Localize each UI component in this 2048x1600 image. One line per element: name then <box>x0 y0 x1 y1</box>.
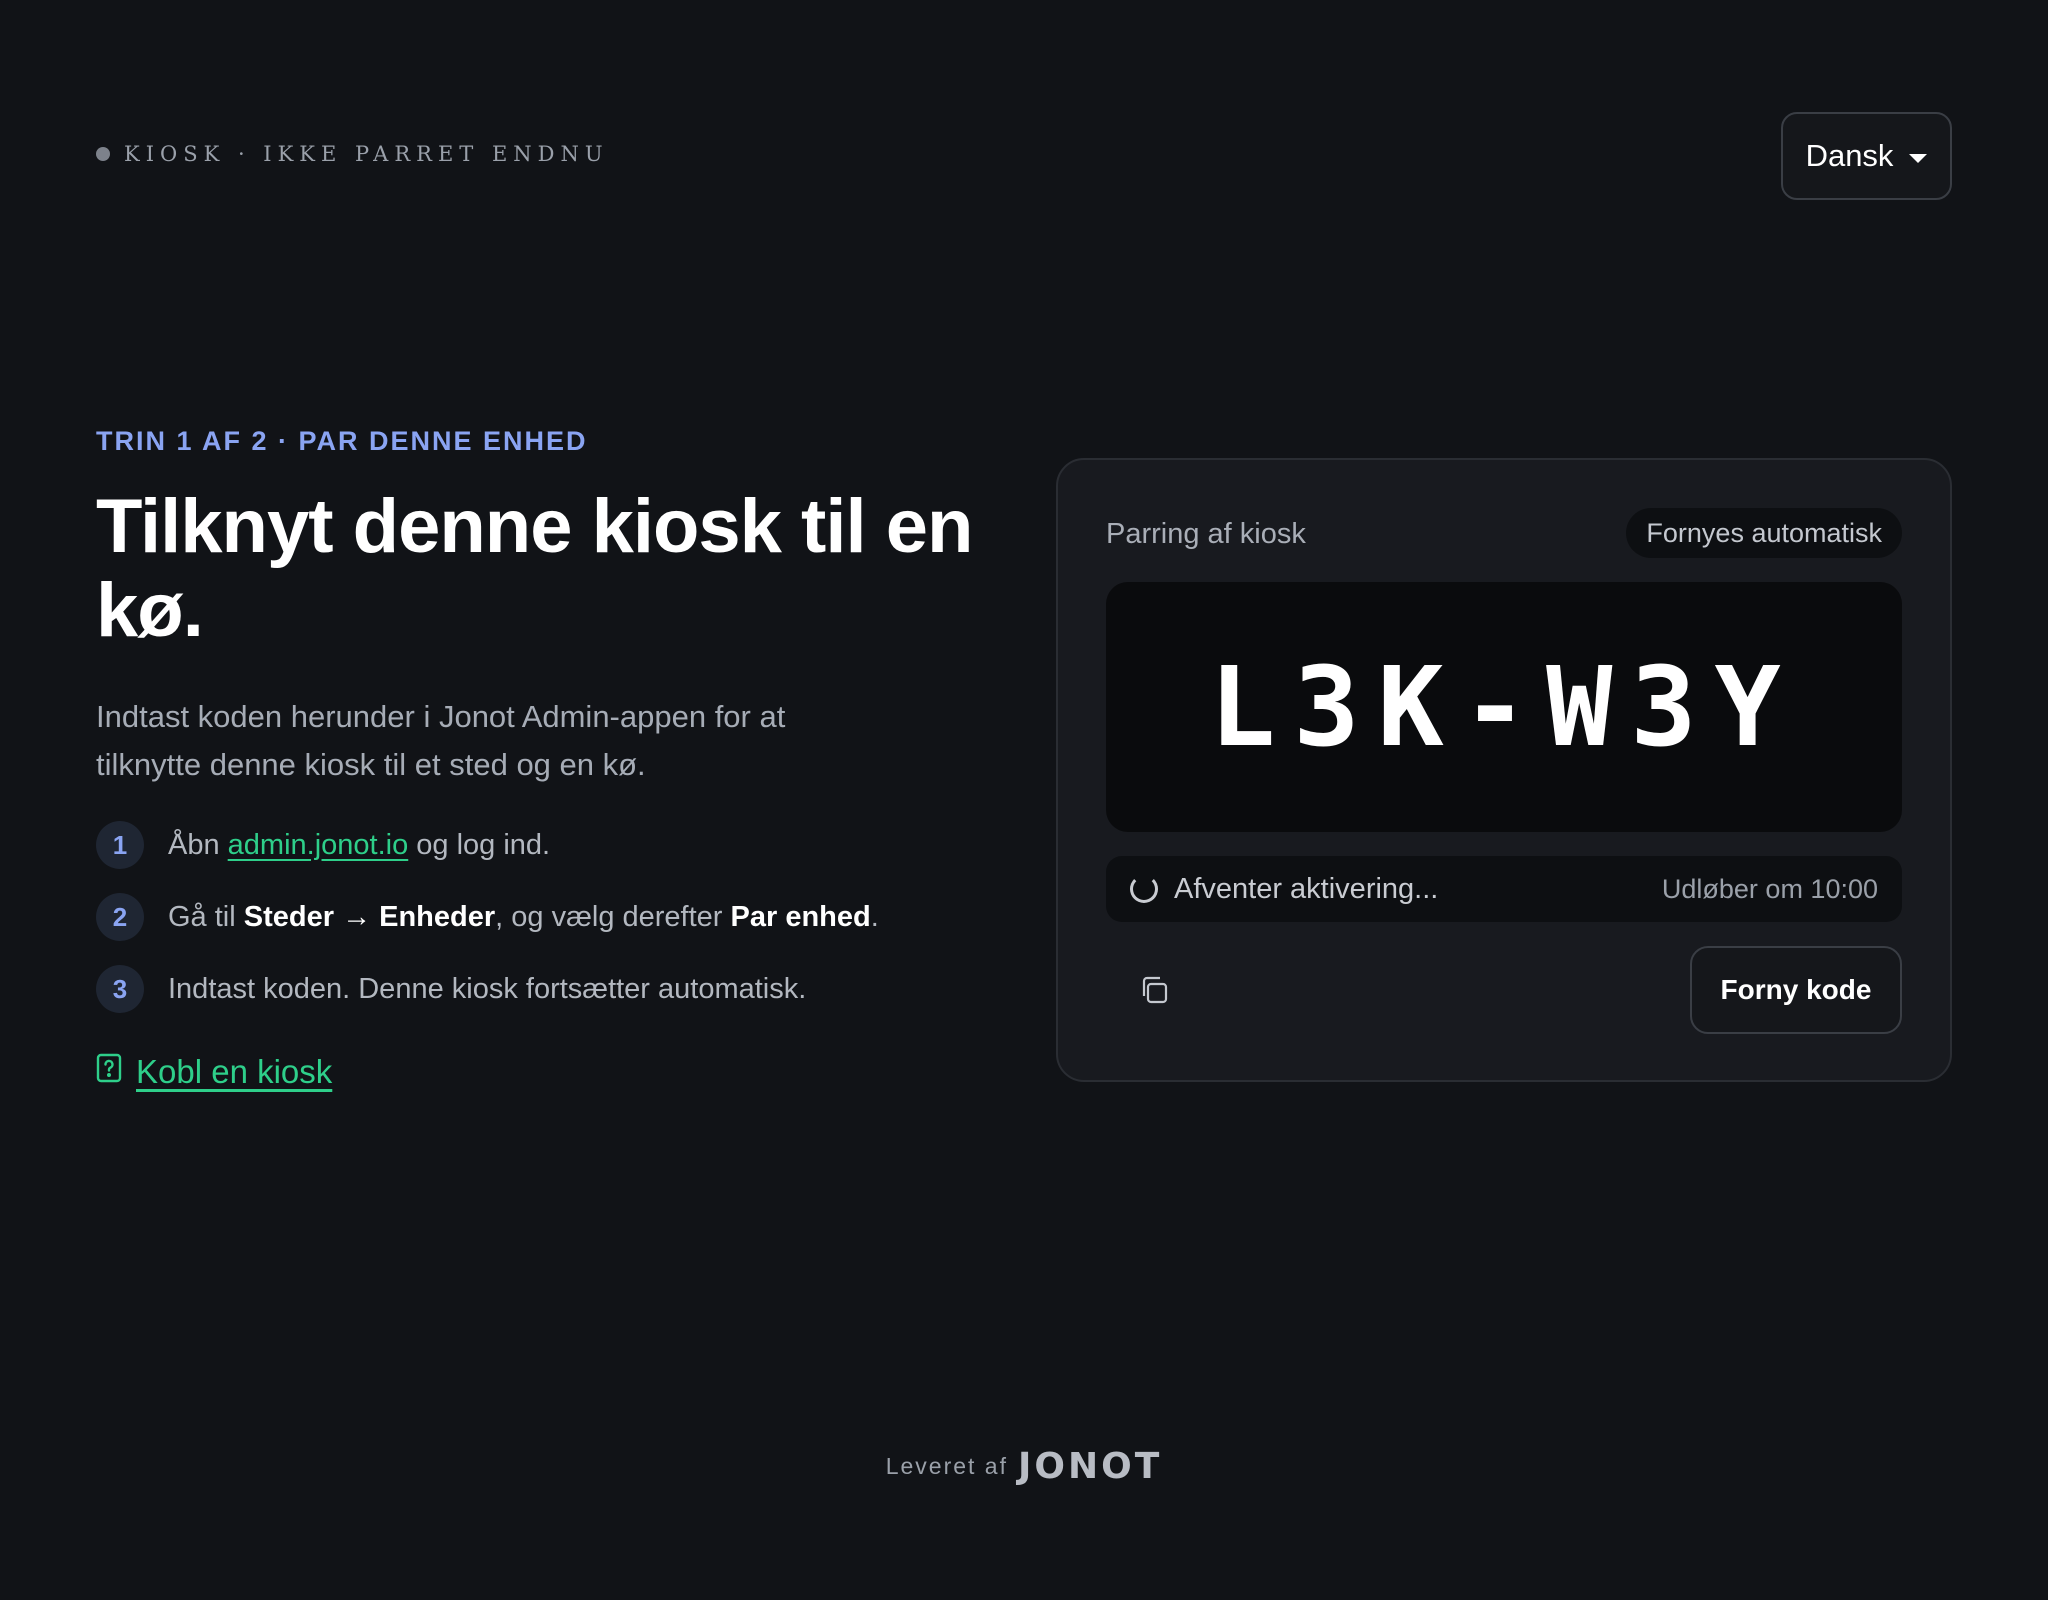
instruction-list: 1 Åbn admin.jonot.io og log ind. 2 Gå ti… <box>96 821 996 1013</box>
copy-icon <box>1138 974 1170 1011</box>
footer-by-text: Leveret af <box>885 1453 1008 1479</box>
jonot-logo: JONOT <box>1018 1446 1163 1487</box>
step-number: 2 <box>96 893 144 941</box>
step-text-pre: Åbn <box>168 828 228 861</box>
step-bold-nav-path: Steder → Enheder <box>243 900 496 933</box>
step-number: 3 <box>96 965 144 1013</box>
top-bar: KIOSK · IKKE PARRET ENDNU Dansk <box>96 112 1952 200</box>
card-title: Parring af kiosk <box>1106 518 1306 550</box>
step-text-post: og log ind. <box>408 828 551 861</box>
step-label: TRIN 1 AF 2 · PAR DENNE ENHED <box>96 426 588 456</box>
step-text: Åbn admin.jonot.io og log ind. <box>168 829 550 862</box>
step-bold-action: Par enhed <box>730 900 871 933</box>
pairing-card: Parring af kiosk Fornyes automatisk L3K-… <box>1056 458 1952 1082</box>
pairing-code: L3K-W3Y <box>1209 643 1799 771</box>
waiting-text: Afventer aktivering... <box>1174 872 1439 905</box>
activation-status-bar: Afventer aktivering... Udløber om 10:00 <box>1106 856 1902 922</box>
pairing-code-box: L3K-W3Y <box>1106 582 1902 832</box>
auto-renew-badge: Fornyes automatisk <box>1626 508 1902 558</box>
spinner-icon <box>1130 875 1158 903</box>
footer: Leveret af JONOT <box>0 1446 2048 1487</box>
status-dot-icon <box>96 147 110 161</box>
step-text: Indtast koden. Denne kiosk fortsætter au… <box>168 972 807 1005</box>
page-title: Tilknyt denne kiosk til en kø. <box>96 484 973 653</box>
step-text-mid: , og vælg derefter <box>495 900 731 933</box>
instruction-step-1: 1 Åbn admin.jonot.io og log ind. <box>96 821 996 869</box>
copy-code-button[interactable] <box>1134 972 1174 1012</box>
intro-section: TRIN 1 AF 2 · PAR DENNE ENHED Tilknyt de… <box>96 426 996 1091</box>
instruction-step-3: 3 Indtast koden. Denne kiosk fortsætter … <box>96 965 996 1013</box>
renew-code-button[interactable]: Forny kode <box>1690 946 1902 1034</box>
kiosk-status-text: KIOSK · IKKE PARRET ENDNU <box>124 142 609 166</box>
step-text-post: . <box>870 900 879 933</box>
card-header: Parring af kiosk Fornyes automatisk <box>1106 508 1902 558</box>
admin-link[interactable]: admin.jonot.io <box>228 829 409 861</box>
step-text: Gå til Steder → Enheder, og vælg derefte… <box>168 901 879 934</box>
language-select-value: Dansk <box>1805 138 1894 173</box>
instruction-step-2: 2 Gå til Steder → Enheder, og vælg deref… <box>96 893 996 941</box>
help-link-text: Kobl en kiosk <box>136 1053 333 1090</box>
pairing-page: KIOSK · IKKE PARRET ENDNU Dansk TRIN 1 A… <box>0 0 2048 1600</box>
page-description: Indtast koden herunder i Jonot Admin-app… <box>96 699 786 782</box>
kiosk-status: KIOSK · IKKE PARRET ENDNU <box>96 142 609 166</box>
caret-down-icon <box>1909 153 1928 163</box>
help-link[interactable]: Kobl en kiosk <box>96 1053 996 1091</box>
expiry-text: Udløber om 10:00 <box>1661 873 1878 904</box>
language-select[interactable]: Dansk <box>1781 112 1952 200</box>
step-text-pre: Gå til <box>168 900 244 933</box>
step-number: 1 <box>96 821 144 869</box>
help-document-icon <box>96 1053 122 1091</box>
